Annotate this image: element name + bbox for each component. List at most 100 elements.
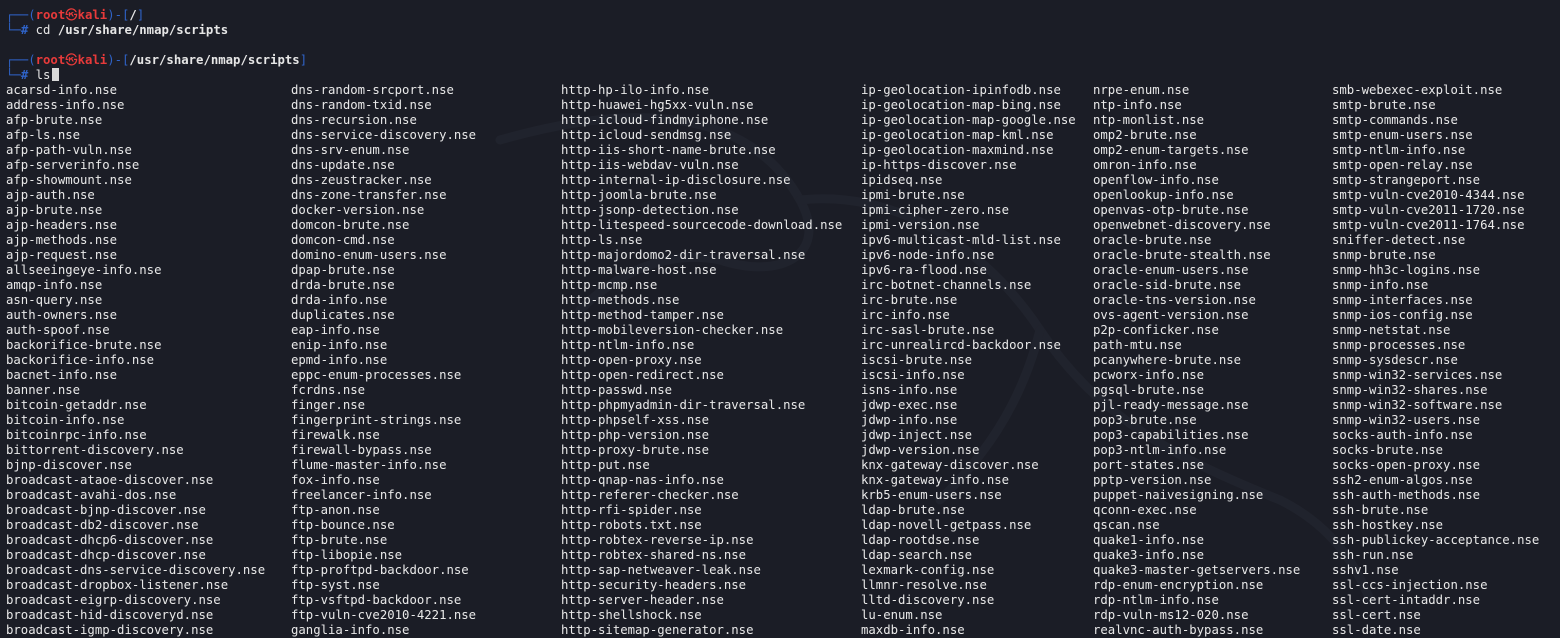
script-file-entry: smtp-commands.nse [1332, 113, 1458, 127]
script-file-entry: domcon-cmd.nse [291, 233, 395, 247]
script-file-entry: snmp-brute.nse [1332, 248, 1436, 262]
script-file-entry: jdwp-info.nse [861, 413, 958, 427]
script-file-entry: address-info.nse [6, 98, 125, 112]
script-file-entry: sniffer-detect.nse [1332, 233, 1466, 247]
command-line-2: └─# ls [6, 68, 60, 83]
listing-column-4: ip-geolocation-ipinfodb.nse ip-geolocatio… [861, 83, 1076, 638]
script-file-entry: snmp-win32-users.nse [1332, 413, 1481, 427]
script-file-entry: dpap-brute.nse [291, 263, 395, 277]
script-file-entry: afp-path-vuln.nse [6, 143, 132, 157]
script-file-entry: finger.nse [291, 398, 366, 412]
script-file-entry: ntp-info.nse [1093, 98, 1182, 112]
script-file-entry: irc-info.nse [861, 308, 950, 322]
script-file-entry: http-method-tamper.nse [561, 308, 724, 322]
script-file-entry: drda-brute.nse [291, 278, 395, 292]
script-file-entry: pop3-ntlm-info.nse [1093, 443, 1227, 457]
script-file-entry: http-phpself-xss.nse [561, 413, 710, 427]
script-file-entry: quake1-info.nse [1093, 533, 1205, 547]
script-file-entry: snmp-win32-software.nse [1332, 398, 1503, 412]
command-line-1: └─# cd /usr/share/nmap/scripts [6, 23, 228, 38]
script-file-entry: socks-open-proxy.nse [1332, 458, 1481, 472]
prompt-host: kali [77, 53, 108, 67]
script-file-entry: http-sitemap-generator.nse [561, 623, 754, 637]
script-file-entry: quake3-info.nse [1093, 548, 1205, 562]
script-file-entry: ssl-cert-intaddr.nse [1332, 593, 1481, 607]
script-file-entry: http-php-version.nse [561, 428, 710, 442]
script-file-entry: bitcoin-info.nse [6, 413, 125, 427]
script-file-entry: ipv6-ra-flood.nse [861, 263, 987, 277]
script-file-entry: pop3-brute.nse [1093, 413, 1197, 427]
script-file-entry: rdp-ntlm-info.nse [1093, 593, 1219, 607]
script-file-entry: amqp-info.nse [6, 278, 103, 292]
script-file-entry: dns-zone-transfer.nse [291, 188, 447, 202]
script-file-entry: dns-service-discovery.nse [291, 128, 477, 142]
script-file-entry: http-huawei-hg5xx-vuln.nse [561, 98, 754, 112]
script-file-entry: afp-ls.nse [6, 128, 81, 142]
script-file-entry: jdwp-exec.nse [861, 398, 958, 412]
script-file-entry: http-icloud-sendmsg.nse [561, 128, 732, 142]
script-file-entry: sshv1.nse [1332, 563, 1399, 577]
script-file-entry: isns-info.nse [861, 383, 958, 397]
script-file-entry: ip-https-discover.nse [861, 158, 1017, 172]
script-file-entry: broadcast-igmp-discovery.nse [6, 623, 214, 637]
script-file-entry: oracle-enum-users.nse [1093, 263, 1249, 277]
script-file-entry: http-mobileversion-checker.nse [561, 323, 784, 337]
command-name: ls [35, 68, 51, 82]
script-file-entry: ldap-rootdse.nse [861, 533, 980, 547]
cursor [52, 68, 60, 81]
script-file-entry: http-shellshock.nse [561, 608, 702, 622]
script-file-entry: eppc-enum-processes.nse [291, 368, 462, 382]
script-file-entry: eap-info.nse [291, 323, 380, 337]
script-file-entry: nrpe-enum.nse [1093, 83, 1190, 97]
script-file-entry: pjl-ready-message.nse [1093, 398, 1249, 412]
script-file-entry: docker-version.nse [291, 203, 425, 217]
script-file-entry: oracle-brute.nse [1093, 233, 1212, 247]
script-file-entry: dns-recursion.nse [291, 113, 417, 127]
script-file-entry: epmd-info.nse [291, 353, 388, 367]
script-file-entry: ipidseq.nse [861, 173, 943, 187]
script-file-entry: bjnp-discover.nse [6, 458, 132, 472]
script-file-entry: http-proxy-brute.nse [561, 443, 710, 457]
script-file-entry: http-robots.txt.nse [561, 518, 702, 532]
script-file-entry: smtp-vuln-cve2011-1720.nse [1332, 203, 1525, 217]
command-name: cd [35, 23, 51, 37]
script-file-entry: fingerprint-strings.nse [291, 413, 462, 427]
prompt-line-1: ┌──(root㉿kali)-[/] [6, 8, 144, 23]
script-file-entry: snmp-win32-services.nse [1332, 368, 1503, 382]
prompt-cwd: /usr/share/nmap/scripts [129, 53, 300, 67]
script-file-entry: http-open-redirect.nse [561, 368, 724, 382]
script-file-entry: rdp-vuln-ms12-020.nse [1093, 608, 1249, 622]
script-file-entry: ganglia-info.nse [291, 623, 410, 637]
script-file-entry: http-mcmp.nse [561, 278, 658, 292]
prompt-corner-top: ┌── [6, 53, 29, 67]
script-file-entry: acarsd-info.nse [6, 83, 118, 97]
prompt-skull-icon: ㉿ [65, 8, 78, 22]
script-file-entry: asn-query.nse [6, 293, 103, 307]
script-file-entry: rdp-enum-encryption.nse [1093, 578, 1264, 592]
terminal-window[interactable]: ┌──(root㉿kali)-[/] └─# cd /usr/share/nma… [0, 0, 1560, 638]
script-file-entry: snmp-processes.nse [1332, 338, 1466, 352]
script-file-entry: ftp-anon.nse [291, 503, 380, 517]
script-file-entry: broadcast-ataoe-discover.nse [6, 473, 214, 487]
script-file-entry: ovs-agent-version.nse [1093, 308, 1249, 322]
script-file-entry: oracle-brute-stealth.nse [1093, 248, 1271, 262]
script-file-entry: http-security-headers.nse [561, 578, 747, 592]
script-file-entry: http-server-header.nse [561, 593, 724, 607]
script-file-entry: drda-info.nse [291, 293, 388, 307]
script-file-entry: ajp-brute.nse [6, 203, 103, 217]
script-file-entry: lexmark-config.nse [861, 563, 995, 577]
script-file-entry: snmp-ios-config.nse [1332, 308, 1473, 322]
script-file-entry: broadcast-dropbox-listener.nse [6, 578, 229, 592]
script-file-entry: path-mtu.nse [1093, 338, 1182, 352]
script-file-entry: backorifice-info.nse [6, 353, 155, 367]
script-file-entry: freelancer-info.nse [291, 488, 432, 502]
script-file-entry: banner.nse [6, 383, 81, 397]
script-file-entry: ssl-cert.nse [1332, 608, 1421, 622]
script-file-entry: http-passwd.nse [561, 383, 673, 397]
script-file-entry: ajp-methods.nse [6, 233, 118, 247]
script-file-entry: lu-enum.nse [861, 608, 943, 622]
script-file-entry: ftp-vuln-cve2010-4221.nse [291, 608, 477, 622]
script-file-entry: broadcast-hid-discoveryd.nse [6, 608, 214, 622]
script-file-entry: http-put.nse [561, 458, 650, 472]
script-file-entry: pgsql-brute.nse [1093, 383, 1205, 397]
